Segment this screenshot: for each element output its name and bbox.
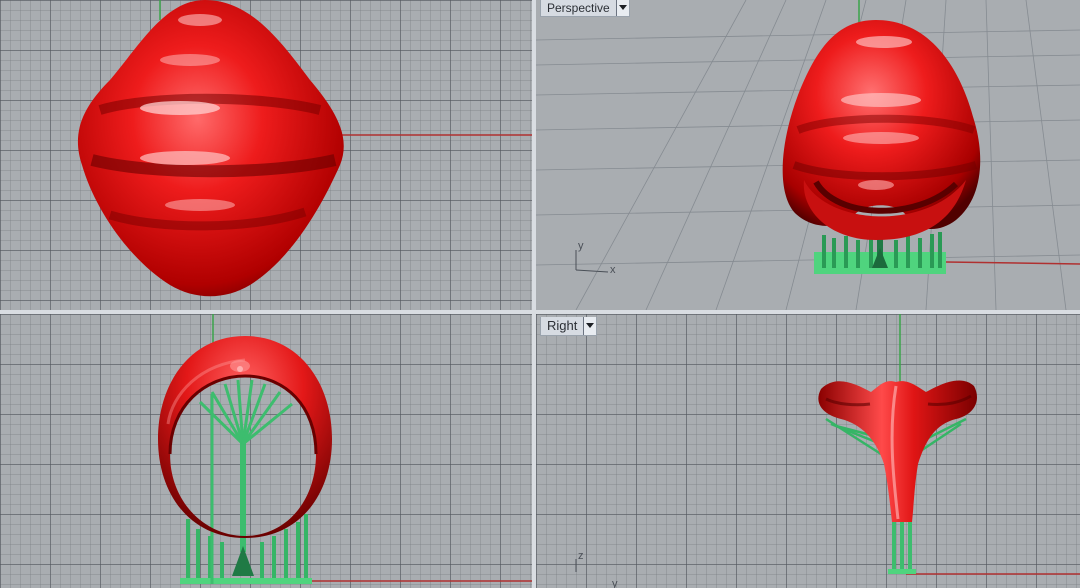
perspective-viewport-tab[interactable]: Perspective (540, 0, 630, 17)
perspective-view-scene (536, 0, 1080, 310)
right-viewport-tab[interactable]: Right (540, 317, 598, 336)
axis-x-label: x (610, 264, 616, 276)
axis-y-label: y (578, 240, 584, 252)
viewport-title[interactable]: Right (541, 317, 583, 335)
front-view-scene (158, 314, 532, 584)
front-viewport[interactable] (0, 314, 532, 588)
viewport-divider-vertical[interactable] (532, 0, 536, 588)
top-viewport[interactable] (0, 0, 532, 310)
right-view-scene (575, 314, 1080, 575)
ring-model-top[interactable] (77, 0, 344, 297)
viewport-divider-horizontal[interactable] (0, 310, 1080, 314)
perspective-viewport[interactable]: y x Perspective (536, 0, 1080, 310)
ring-model-perspective[interactable] (782, 20, 981, 240)
axis-z-label: z (578, 550, 584, 562)
right-viewport[interactable]: z y Right (536, 314, 1080, 588)
viewport-menu-arrow-icon[interactable] (583, 317, 597, 335)
axis-y-label: y (612, 578, 618, 588)
viewport-menu-arrow-icon[interactable] (615, 0, 629, 16)
support-structure-front[interactable] (180, 379, 312, 584)
ring-model-right[interactable] (818, 380, 977, 522)
top-view-scene (77, 0, 532, 297)
viewport-title[interactable]: Perspective (541, 0, 616, 16)
